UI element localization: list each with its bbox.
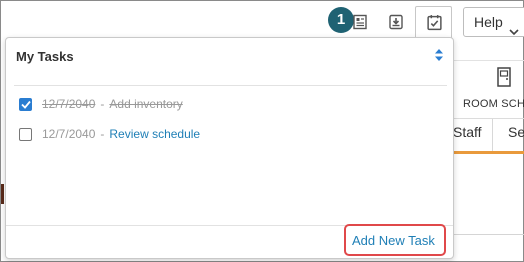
room-schedule-label[interactable]: ROOM SCH	[463, 98, 524, 110]
background-divider	[453, 234, 524, 235]
task-name-link[interactable]: Review schedule	[109, 127, 200, 141]
task-checkbox[interactable]	[19, 97, 32, 111]
task-item: 12/7/2040 - Review schedule	[19, 126, 200, 142]
sort-icon[interactable]	[434, 48, 444, 67]
inbox-download-icon[interactable]	[383, 9, 409, 35]
my-tasks-panel: My Tasks 12/7/2040 - Add inventory 12/7/…	[5, 37, 454, 259]
task-date: 12/7/2040	[42, 127, 96, 141]
help-dropdown[interactable]: Help	[463, 7, 524, 37]
tab-separator	[492, 119, 493, 151]
add-task-highlight: Add New Task	[344, 224, 446, 256]
task-separator: -	[100, 127, 105, 141]
background-divider	[453, 60, 524, 61]
add-new-task-link[interactable]: Add New Task	[352, 233, 435, 248]
background-divider	[453, 118, 524, 119]
help-label: Help	[474, 14, 503, 30]
panel-divider	[14, 85, 447, 86]
tasks-calendar-icon[interactable]	[421, 9, 447, 35]
task-checkbox[interactable]	[19, 127, 32, 141]
panel-title: My Tasks	[16, 49, 74, 64]
room-door-icon	[497, 67, 511, 92]
notes-icon[interactable]	[347, 9, 373, 35]
task-item: 12/7/2040 - Add inventory	[19, 96, 183, 112]
background-edge-mark	[1, 184, 4, 204]
tab-se[interactable]: Se	[508, 124, 524, 140]
tab-staff[interactable]: Staff	[453, 124, 482, 140]
task-separator: -	[100, 97, 105, 111]
task-date: 12/7/2040	[42, 97, 96, 111]
chevron-down-icon	[509, 17, 519, 45]
task-name-link[interactable]: Add inventory	[109, 97, 182, 111]
active-tab-underline	[453, 151, 524, 154]
